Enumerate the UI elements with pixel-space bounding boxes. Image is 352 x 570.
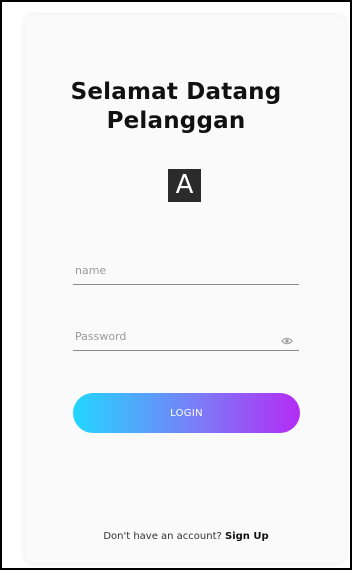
eye-icon[interactable] [281, 331, 293, 345]
name-field[interactable] [73, 258, 299, 285]
title-line-2: Pelanggan [106, 108, 246, 134]
password-input[interactable] [73, 324, 275, 348]
login-button[interactable]: LOGIN [73, 393, 300, 433]
name-input[interactable] [73, 258, 275, 282]
app-logo: A [168, 169, 201, 202]
signup-prompt-text: Don't have an account? [103, 531, 222, 542]
page-title: Selamat Datang Pelanggan [0, 78, 352, 136]
signup-link[interactable]: Sign Up [225, 531, 269, 542]
title-line-1: Selamat Datang [70, 79, 282, 105]
password-field[interactable] [73, 324, 299, 351]
signup-prompt: Don't have an account? Sign Up [0, 531, 352, 542]
